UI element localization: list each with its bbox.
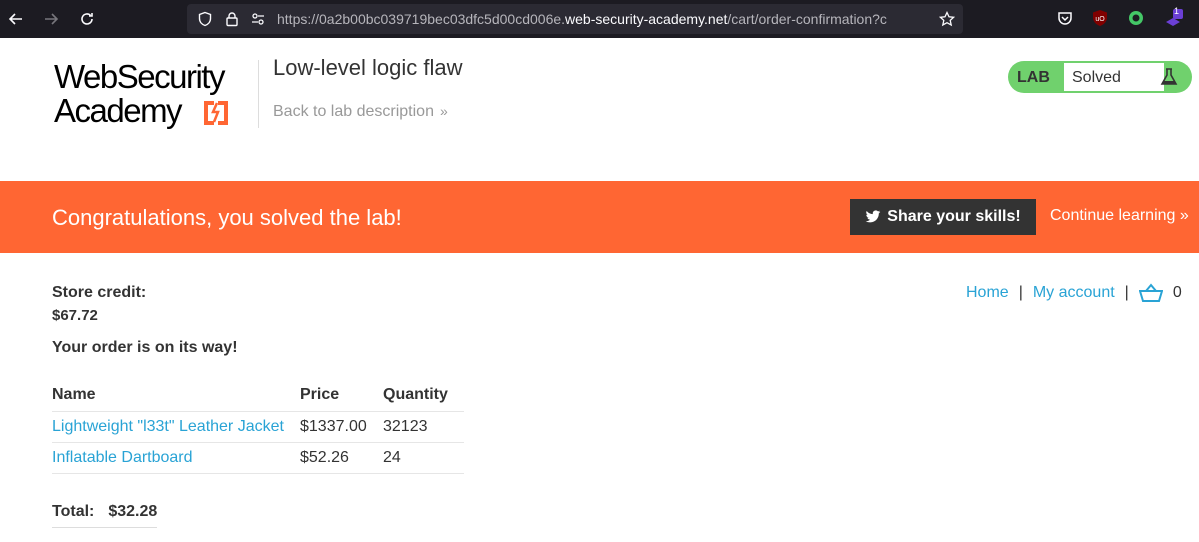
back-arrow-icon[interactable] <box>6 9 26 29</box>
share-skills-button[interactable]: Share your skills! <box>850 199 1036 235</box>
svg-text:uO: uO <box>1095 16 1105 23</box>
url-domain: web-security-academy.net <box>565 11 728 27</box>
column-header-name: Name <box>52 379 300 412</box>
nav-separator: | <box>1124 284 1129 301</box>
total-label: Total: <box>52 503 95 520</box>
congratulations-message: Congratulations, you solved the lab! <box>52 205 402 230</box>
lab-status-text: Solved <box>1072 69 1121 86</box>
store-credit-value: $67.72 <box>52 307 98 324</box>
account-navigation: Home | My account | 0 <box>966 283 1182 303</box>
pocket-icon[interactable] <box>1056 9 1074 27</box>
home-link[interactable]: Home <box>966 284 1009 302</box>
url-prefix: https://0a2b00bc039719bec03dfc5d00cd006e… <box>277 11 566 27</box>
order-table: Name Price Quantity Lightweight "l33t" L… <box>52 379 464 474</box>
reload-icon[interactable] <box>77 9 97 29</box>
nav-separator: | <box>1018 284 1023 301</box>
table-row: Lightweight "l33t" Leather Jacket $1337.… <box>52 411 464 443</box>
permissions-icon[interactable] <box>250 11 266 27</box>
logo-text-line2: Academy <box>54 92 183 129</box>
extension-circle-icon[interactable] <box>1127 9 1145 27</box>
browser-toolbar: https://0a2b00bc039719bec03dfc5d00cd006e… <box>0 0 1199 38</box>
column-header-quantity: Quantity <box>383 379 464 412</box>
extension-badge: 1 <box>1174 6 1180 16</box>
back-to-lab-description-link[interactable]: Back to lab description » <box>273 103 448 121</box>
order-status-message: Your order is on its way! <box>52 339 238 356</box>
solved-banner: Congratulations, you solved the lab! Sha… <box>0 181 1199 253</box>
continue-learning-link[interactable]: Continue learning » <box>1050 207 1189 225</box>
lock-icon[interactable] <box>224 11 240 27</box>
flask-icon <box>1160 68 1178 85</box>
product-link[interactable]: Inflatable Dartboard <box>52 442 300 474</box>
extension-puzzle-icon[interactable]: 1 <box>1163 6 1183 27</box>
product-price: $52.26 <box>300 442 383 474</box>
twitter-icon <box>865 210 881 223</box>
order-total: Total: $32.28 <box>52 503 158 528</box>
lab-status-box: Solved <box>1064 63 1164 91</box>
url-text: https://0a2b00bc039719bec03dfc5d00cd006e… <box>277 11 935 27</box>
address-bar[interactable]: https://0a2b00bc039719bec03dfc5d00cd006e… <box>187 4 963 34</box>
double-chevron-right-icon: » <box>1179 207 1189 224</box>
column-header-price: Price <box>300 379 383 412</box>
back-link-label: Back to lab description <box>273 103 434 120</box>
my-account-link[interactable]: My account <box>1033 284 1115 302</box>
table-header-row: Name Price Quantity <box>52 379 464 412</box>
web-security-academy-logo[interactable]: WebSecurity Academy <box>54 60 254 132</box>
product-link[interactable]: Lightweight "l33t" Leather Jacket <box>52 411 300 443</box>
ublock-icon[interactable]: uO <box>1091 9 1109 27</box>
lab-title: Low-level logic flaw <box>273 55 463 80</box>
double-chevron-right-icon: » <box>439 103 448 119</box>
shield-icon[interactable] <box>197 11 213 27</box>
cart-basket-icon[interactable] <box>1138 283 1163 303</box>
forward-arrow-icon[interactable] <box>41 9 61 29</box>
lab-status-badge: LAB Solved <box>1008 61 1192 93</box>
table-row: Inflatable Dartboard $52.26 24 <box>52 442 464 474</box>
url-path: /cart/order-confirmation?c <box>727 11 887 27</box>
continue-learning-label: Continue learning <box>1050 207 1176 224</box>
total-value: $32.28 <box>108 503 158 520</box>
product-price: $1337.00 <box>300 411 383 443</box>
header-divider <box>258 60 259 128</box>
logo-text-line1: WebSecurity <box>54 58 225 95</box>
bookmark-star-icon[interactable] <box>938 10 956 27</box>
logo-lightning-icon <box>204 101 228 125</box>
store-credit-label: Store credit: <box>52 284 147 301</box>
product-quantity: 24 <box>383 442 464 474</box>
cart-count: 0 <box>1172 284 1182 301</box>
share-skills-label: Share your skills! <box>887 208 1021 225</box>
lab-label: LAB <box>1017 69 1050 86</box>
product-quantity: 32123 <box>383 411 464 443</box>
